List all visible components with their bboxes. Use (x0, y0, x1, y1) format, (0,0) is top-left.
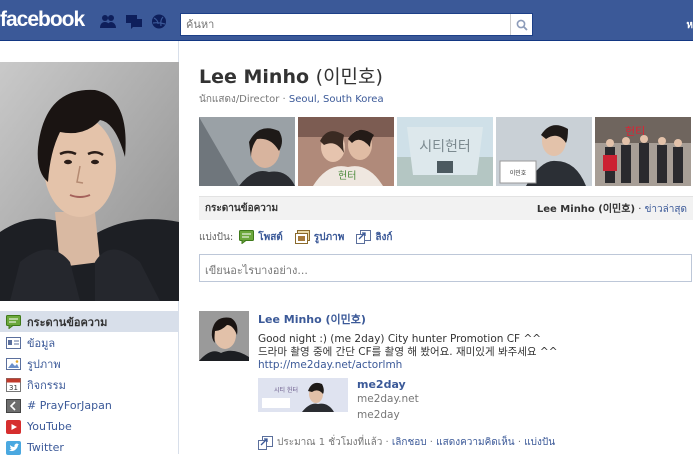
left-column: กระดานข้อความ ข้อมูล รูปภาพ 31 กิจกรรม #… (0, 41, 179, 455)
attachment-domain: me2day.net (357, 393, 419, 405)
status-icon (239, 230, 255, 244)
sidebar-item-label: กิจกรรม (27, 378, 66, 392)
sidebar-item-twitter[interactable]: Twitter (0, 437, 178, 458)
link-attachment[interactable]: 시티 헌터 me2day me2day.net me2day (258, 378, 419, 421)
photos-icon (6, 357, 21, 371)
unlike-link[interactable]: เลิกชอบ (392, 435, 427, 450)
share-link-button[interactable]: ลิงก์ (356, 230, 392, 245)
sidebar-item-photos[interactable]: รูปภาพ (0, 353, 178, 374)
sidebar-item-youtube[interactable]: YouTube (0, 416, 178, 437)
svg-text:시티헌터: 시티헌터 (419, 139, 471, 155)
post-author-name[interactable]: Lee Minho (이민호) (258, 311, 693, 327)
app-icon (6, 398, 21, 413)
svg-text:헌터: 헌터 (338, 170, 356, 182)
separator-dot: · (514, 437, 525, 448)
wall-header: กระดานข้อความ Lee Minho (이민호) · ข่าวล่าส… (199, 196, 693, 220)
facebook-logo[interactable]: facebook (0, 8, 85, 32)
photo-strip-item[interactable] (199, 117, 295, 186)
share-status-button[interactable]: โพสต์ (239, 230, 283, 245)
top-bar: facebook ห (0, 0, 693, 41)
account-link[interactable]: ห (686, 18, 693, 33)
svg-text:31: 31 (9, 384, 18, 392)
svg-text:이민호: 이민호 (510, 169, 527, 177)
sidebar-item-wall[interactable]: กระดานข้อความ (0, 311, 178, 332)
sidebar-item-label: รูปภาพ (27, 357, 61, 371)
search-box[interactable] (180, 13, 533, 36)
photo-strip: 헌터 시티헌터 이민호 헌티 (199, 117, 693, 186)
separator-dot: · (382, 437, 392, 448)
sidebar-item-label: YouTube (27, 420, 72, 433)
notifications-icon[interactable] (151, 14, 167, 29)
svg-text:시티 헌터: 시티 헌터 (274, 386, 298, 394)
share-status-label: โพสต์ (258, 231, 283, 243)
post-body: Lee Minho (이민호) Good night :) (me 2day) … (258, 311, 693, 450)
search-button[interactable] (510, 14, 532, 35)
attachment-thumbnail[interactable]: 시티 헌터 (258, 378, 348, 412)
post-link[interactable]: http://me2day.net/actorlmh (258, 359, 402, 371)
share-label: แบ่งปัน: (199, 231, 234, 243)
post-meta: ประมาณ 1 ชั่วโมงที่แล้ว · เลิกชอบ · แสดง… (258, 435, 555, 450)
sidebar-item-info[interactable]: ข้อมูล (0, 332, 178, 353)
link-icon (258, 435, 273, 450)
profile-occupation: นักแสดง/Director (199, 94, 280, 105)
search-input[interactable] (181, 14, 501, 35)
share-photo-button[interactable]: รูปภาพ (294, 230, 345, 245)
profile-picture[interactable] (0, 62, 179, 301)
youtube-icon (6, 419, 21, 434)
profile-nav: กระดานข้อความ ข้อมูล รูปภาพ 31 กิจกรรม #… (0, 311, 178, 458)
share-link-label: ลิงก์ (375, 231, 393, 243)
friend-requests-icon[interactable] (100, 14, 116, 29)
search-icon (516, 19, 528, 31)
share-link[interactable]: แบ่งปัน (524, 435, 555, 450)
sidebar-item-label: # PrayForJapan (27, 399, 112, 412)
profile-name-latin: Lee Minho (199, 66, 310, 88)
post-message-line: 드라마 촬영 중에 간단 CF를 촬영 해 봤어요. 재미있게 봐주세요 ^^ (258, 346, 558, 358)
twitter-icon (6, 440, 21, 455)
attachment-text: me2day me2day.net me2day (357, 378, 419, 421)
profile-location-link[interactable]: Seoul, South Korea (289, 94, 384, 105)
post-timestamp[interactable]: ประมาณ 1 ชั่วโมงที่แล้ว (277, 435, 382, 450)
sidebar-item-prayforjapan[interactable]: # PrayForJapan (0, 395, 178, 416)
photo-strip-item[interactable]: 헌터 (298, 117, 394, 186)
info-icon (6, 336, 21, 350)
messages-icon[interactable] (126, 14, 142, 29)
share-photo-label: รูปภาพ (313, 231, 345, 243)
link-icon (356, 230, 372, 244)
post-author-avatar[interactable] (199, 311, 249, 361)
photo-strip-item[interactable]: 이민호 (496, 117, 592, 186)
profile-name: Lee Minho (이민호) (199, 62, 383, 89)
comment-link[interactable]: แสดงความคิดเห็น (436, 435, 514, 450)
most-recent-link[interactable]: ข่าวล่าสุด (645, 204, 687, 215)
sidebar-item-events[interactable]: 31 กิจกรรม (0, 374, 178, 395)
calendar-icon: 31 (6, 377, 21, 392)
wall-filter: Lee Minho (이민호) · ข่าวล่าสุด (537, 200, 687, 217)
sidebar-item-label: ข้อมูล (27, 336, 56, 350)
wall-filter-name[interactable]: Lee Minho (이민호) (537, 204, 635, 215)
sidebar-item-label: กระดานข้อความ (27, 315, 108, 329)
photo-icon (294, 230, 310, 244)
attachment-title[interactable]: me2day (357, 378, 419, 391)
profile-name-korean: (이민호) (315, 66, 383, 88)
attachment-description: me2day (357, 409, 400, 421)
profile-subline: นักแสดง/Director · Seoul, South Korea (199, 92, 384, 107)
wall-title: กระดานข้อความ (205, 203, 279, 214)
post-message: Good night :) (me 2day) City hunter Prom… (258, 333, 693, 372)
sidebar-item-label: Twitter (27, 441, 64, 454)
share-bar: แบ่งปัน: โพสต์ รูปภาพ ลิงก์ (199, 229, 404, 245)
composer-input[interactable]: เขียนอะไรบางอย่าง... (199, 254, 692, 282)
separator-dot: · (426, 437, 437, 448)
photo-strip-item[interactable]: 시티헌터 (397, 117, 493, 186)
post-message-line: Good night :) (me 2day) City hunter Prom… (258, 333, 542, 345)
photo-strip-item[interactable]: 헌티 (595, 117, 691, 186)
wall-icon (6, 314, 21, 329)
